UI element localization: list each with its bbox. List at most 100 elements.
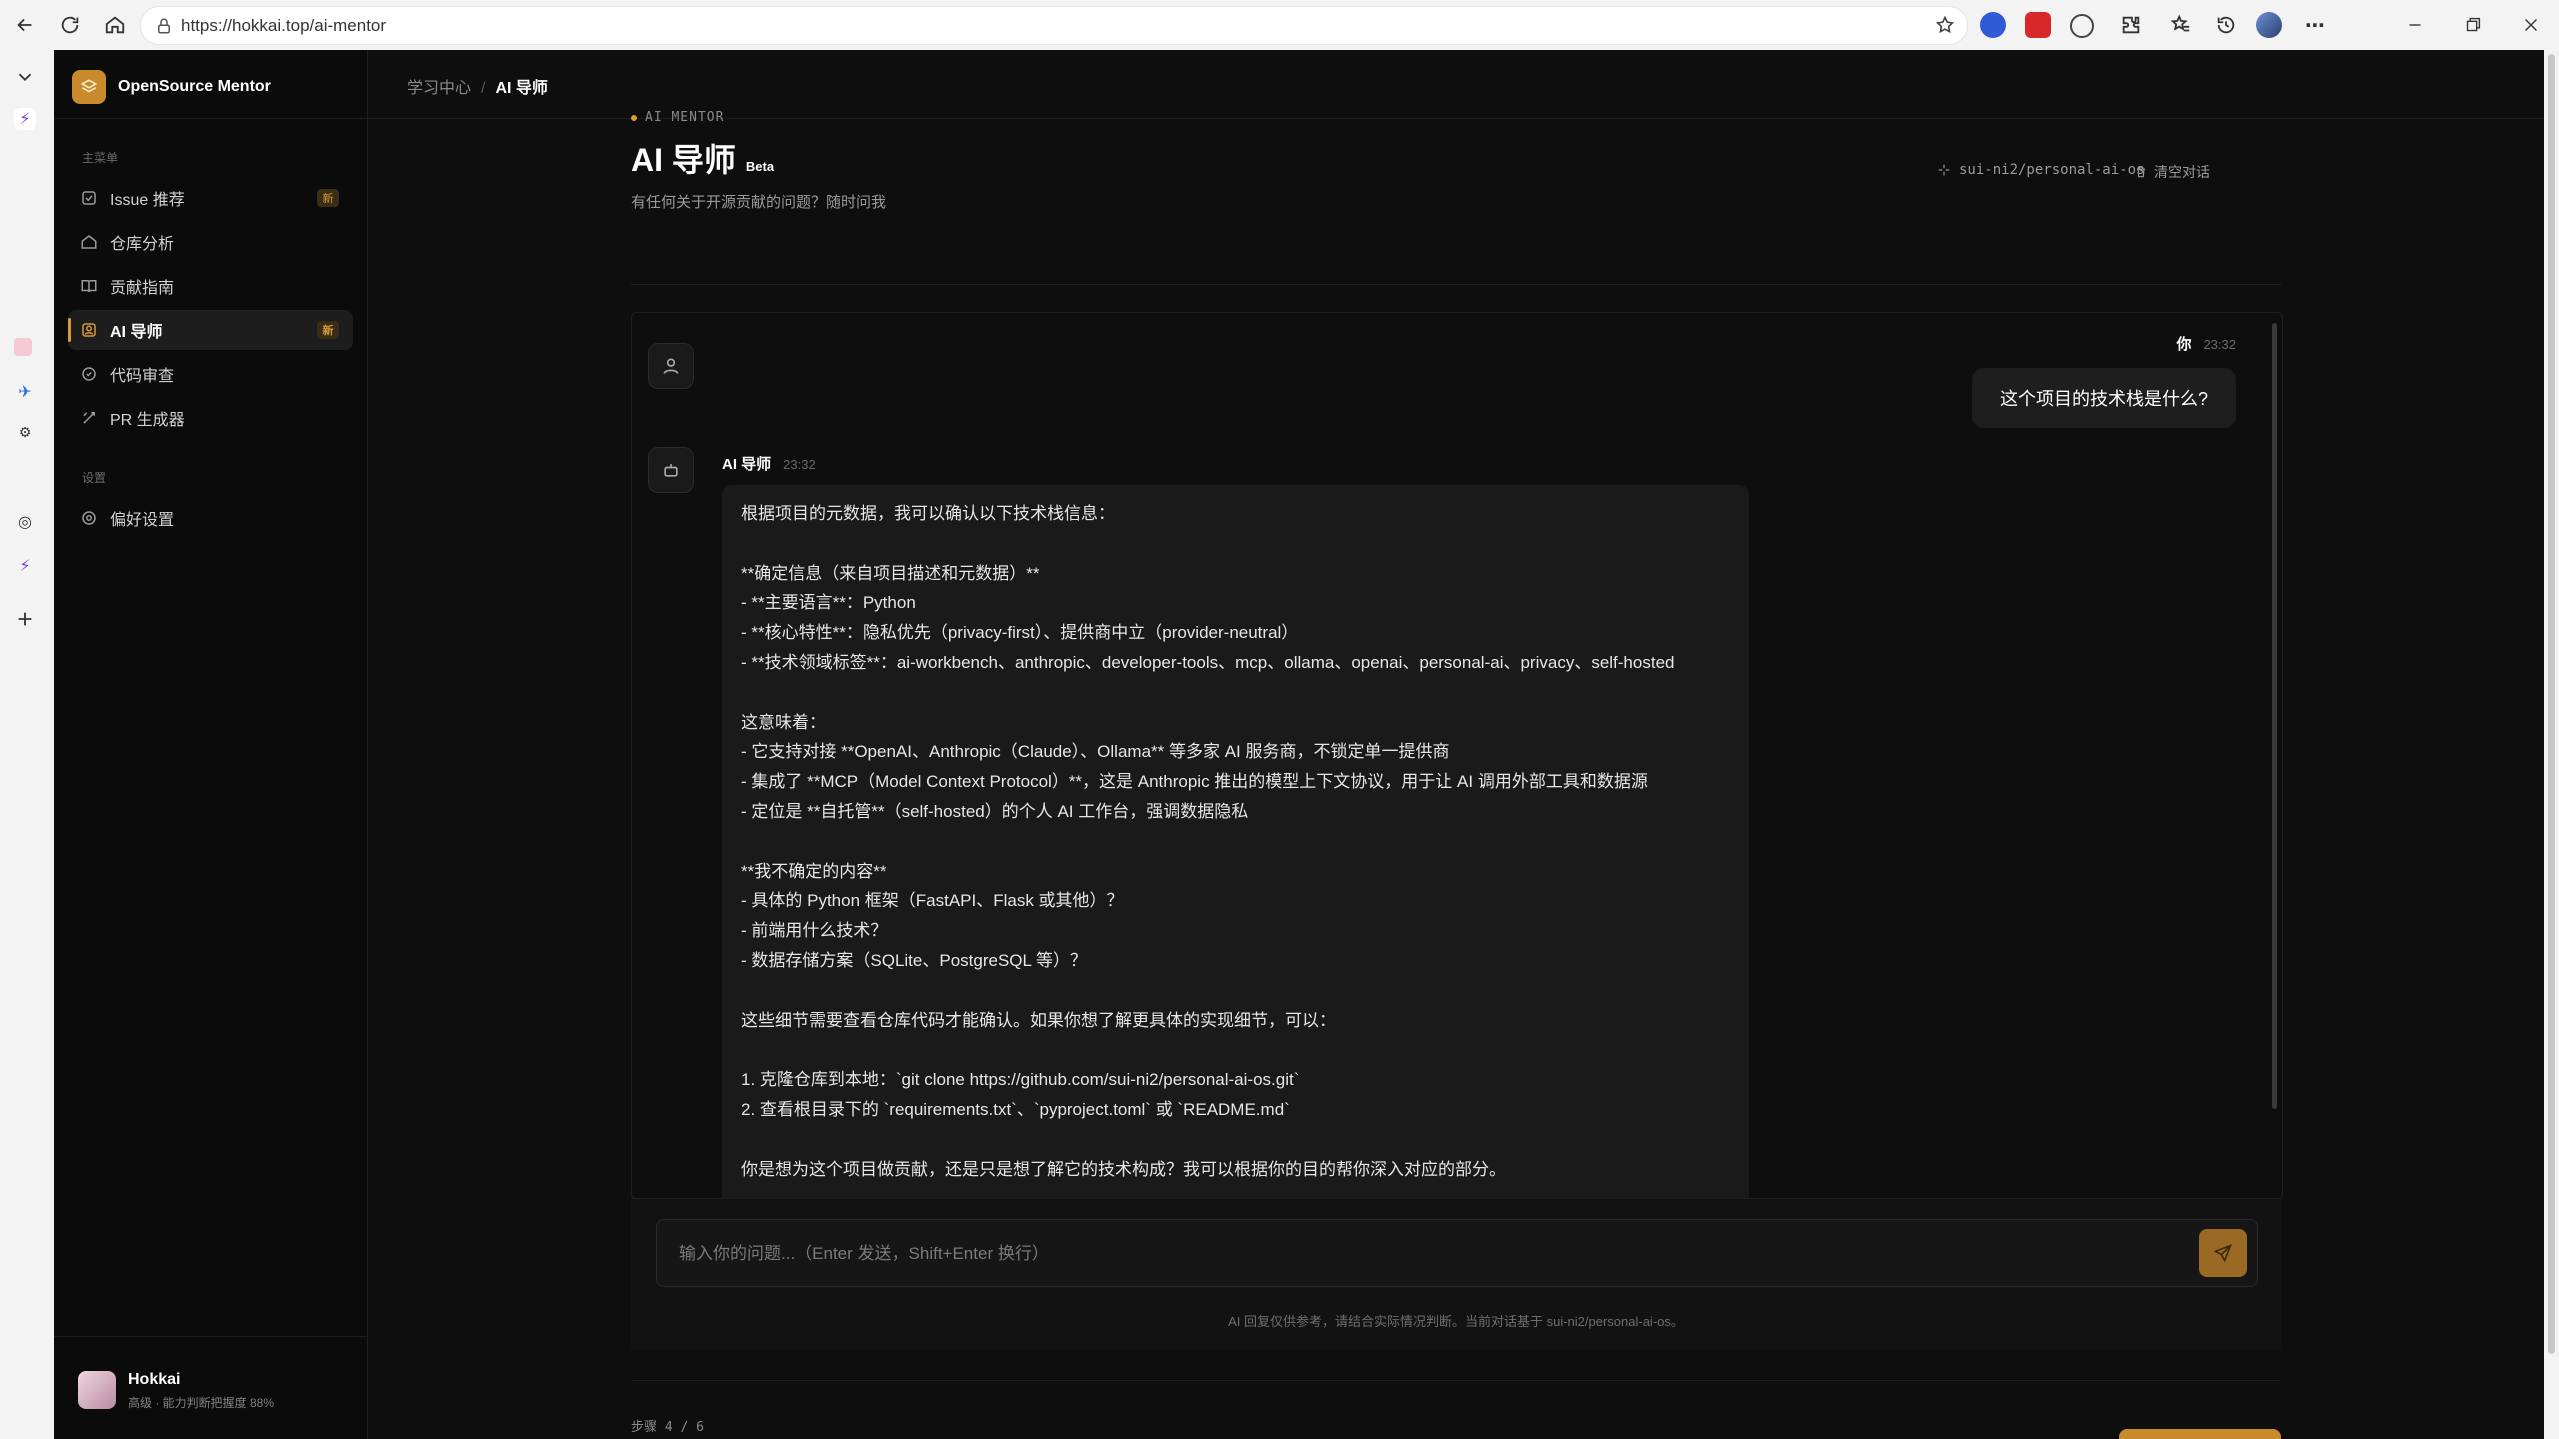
send-button[interactable] [2199, 1229, 2247, 1277]
breadcrumb-separator: / [481, 80, 486, 97]
sparkle-icon [1938, 164, 1950, 176]
restore-icon[interactable] [2458, 10, 2488, 40]
brand-logo-icon [72, 70, 106, 104]
ai-sender: AI 导师 [722, 456, 772, 473]
nav-item-label: PR 生成器 [110, 412, 185, 429]
scrollbar-thumb[interactable] [2548, 54, 2555, 1354]
favorites-icon[interactable] [2166, 10, 2196, 40]
url-text: https://hokkai.top/ai-mentor [181, 15, 387, 35]
clear-chat-label: 清空对话 [2154, 164, 2210, 180]
gear-icon [82, 511, 96, 525]
brand-name: OpenSource Mentor [118, 78, 271, 95]
ai-message-meta: AI 导师 23:32 [722, 453, 816, 474]
user-message-meta: 你 23:32 [2176, 333, 2236, 354]
nav-item-ai-mentor[interactable]: AI 导师 新 [68, 310, 353, 350]
accent-dot [631, 114, 637, 121]
check-square-icon [82, 191, 96, 205]
sidebar: OpenSource Mentor 主菜单 Issue 推荐 新 仓库分析 贡献… [54, 50, 368, 1439]
page-header: AI MENTOR AI 导师 Beta 有任何关于开源贡献的问题？随时问我 [631, 110, 886, 212]
avatar [78, 1371, 116, 1409]
tab-favicon-icon[interactable]: ◎ [14, 512, 36, 534]
breadcrumb-root[interactable]: 学习中心 [407, 80, 471, 97]
reload-icon[interactable] [55, 10, 85, 40]
user-sender: 你 [2176, 336, 2192, 353]
browser-side-rail: ⚡ ✈ ⚙ ◎ ⚡ [0, 50, 54, 1439]
clear-chat-button[interactable]: 清空对话 [2134, 162, 2210, 182]
user-message-bubble: 这个项目的技术栈是什么? [1971, 368, 2236, 428]
chat-scrollbar[interactable] [2272, 323, 2277, 1109]
home-button-icon[interactable] [100, 10, 130, 40]
step-indicator: 步骤 4 / 6 [631, 1420, 704, 1435]
page-title: AI 导师 Beta [631, 135, 886, 181]
message-input[interactable] [677, 1238, 2141, 1270]
tab-favicon-icon[interactable]: ⚡ [14, 556, 36, 578]
brand[interactable]: OpenSource Mentor [72, 70, 271, 104]
nav-item-repo-analysis[interactable]: 仓库分析 [68, 222, 353, 262]
app-window: OpenSource Mentor 主菜单 Issue 推荐 新 仓库分析 贡献… [54, 50, 2544, 1439]
nav-item-label: AI 导师 [110, 324, 163, 341]
chat-panel: 你 23:32 这个项目的技术栈是什么? AI 导师 23:32 根据项目的元数据，… [631, 312, 2283, 1200]
eyebrow-text: AI MENTOR [645, 110, 725, 125]
user-profile[interactable]: Hokkai 高级 · 能力判断把握度 88% [54, 1336, 367, 1439]
browser-toolbar: https://hokkai.top/ai-mentor ⋯ [0, 0, 2559, 50]
extension-icon-1[interactable] [1980, 12, 2006, 38]
repo-indicator: sui-ni2/personal-ai-os [1937, 162, 2144, 178]
trash-icon [2136, 166, 2146, 178]
extension-icon-3[interactable] [2070, 14, 2094, 38]
profile-avatar[interactable] [2256, 12, 2282, 38]
book-icon [81, 280, 97, 293]
repo-name: sui-ni2/personal-ai-os [1959, 162, 2145, 178]
next-step-button[interactable] [2119, 1429, 2281, 1439]
section-label-settings: 设置 [82, 471, 107, 485]
top-bar: 学习中心 / AI 导师 [367, 50, 2544, 119]
page-title-text: AI 导师 [631, 142, 736, 178]
user-name: Hokkai [128, 1371, 181, 1388]
favorite-star-icon[interactable] [1935, 15, 1955, 35]
message-input-box[interactable] [656, 1219, 2258, 1287]
user-avatar-icon [648, 343, 694, 389]
divider [54, 118, 367, 119]
nav-item-label: 贡献指南 [110, 280, 175, 297]
new-badge: 新 [317, 189, 339, 207]
breadcrumb: 学习中心 / AI 导师 [407, 74, 548, 98]
chevron-down-icon[interactable] [14, 66, 36, 88]
nav-item-issue[interactable]: Issue 推荐 新 [68, 178, 353, 218]
ai-message-time: 23:32 [783, 457, 816, 472]
disclaimer: AI 回复仅供参考，请结合实际情况判断。当前对话基于 sui-ni2/perso… [1228, 1314, 1684, 1329]
lock-icon [158, 18, 170, 33]
nav-item-label: Issue 推荐 [110, 192, 185, 209]
mentor-icon [82, 323, 96, 337]
nav-item-code-review[interactable]: 代码审查 [68, 354, 353, 394]
page-scrollbar[interactable] [2544, 50, 2559, 1439]
address-bar[interactable]: https://hokkai.top/ai-mentor [140, 6, 1968, 45]
tab-favicon-icon[interactable] [14, 338, 32, 356]
active-indicator [68, 318, 71, 342]
eyebrow: AI MENTOR [631, 110, 886, 125]
extension-icon-2[interactable] [2025, 12, 2051, 38]
more-menu-icon[interactable]: ⋯ [2300, 10, 2330, 40]
composer: AI 回复仅供参考，请结合实际情况判断。当前对话基于 sui-ni2/perso… [631, 1198, 2281, 1349]
ai-message-bubble: 根据项目的元数据，我可以确认以下技术栈信息： **确定信息（来自项目描述和元数据… [722, 485, 1749, 1199]
nav-item-label: 仓库分析 [110, 236, 175, 253]
history-icon[interactable] [2211, 10, 2241, 40]
new-badge: 新 [317, 321, 339, 339]
nav-item-label: 偏好设置 [110, 512, 175, 529]
review-icon [82, 367, 96, 381]
nav-item-contrib-guide[interactable]: 贡献指南 [68, 266, 353, 306]
home-icon [81, 235, 97, 249]
send-icon [2213, 1244, 2232, 1263]
close-window-icon[interactable] [2516, 10, 2546, 40]
section-label-main: 主菜单 [82, 151, 119, 165]
extensions-puzzle-icon[interactable] [2116, 10, 2146, 40]
nav-item-pr-generator[interactable]: PR 生成器 [68, 398, 353, 438]
divider [631, 1380, 2281, 1381]
tab-favicon-icon[interactable]: ⚙ [14, 424, 36, 446]
pr-icon [83, 412, 95, 424]
nav-item-preferences[interactable]: 偏好设置 [68, 498, 353, 538]
tab-favicon-icon[interactable]: ✈ [14, 382, 36, 404]
back-icon[interactable] [10, 10, 40, 40]
minimize-icon[interactable] [2400, 10, 2430, 40]
bot-avatar-icon [648, 447, 694, 493]
new-tab-plus-icon[interactable] [14, 608, 36, 630]
tab-favicon-icon[interactable]: ⚡ [14, 108, 36, 130]
